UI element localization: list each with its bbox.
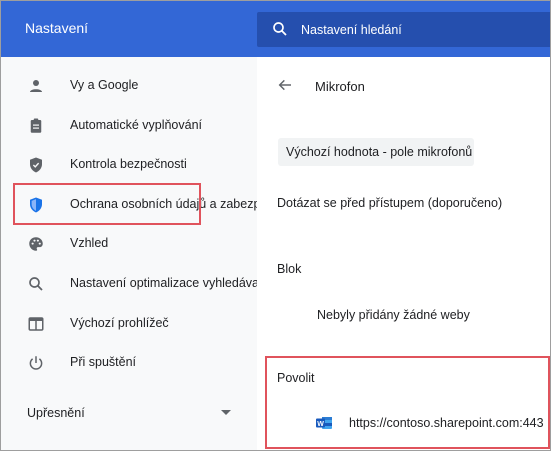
search-input[interactable] (301, 12, 541, 47)
microphone-select[interactable]: Výchozí hodnota - pole mikrofonů (R (278, 138, 474, 166)
app-title: Nastavení (25, 20, 89, 36)
block-empty-message: Nebyly přidány žádné weby (317, 308, 470, 322)
sidebar-item-label: Vy a Google (70, 78, 139, 92)
search-icon (29, 277, 43, 291)
sidebar-item-you-and-google[interactable]: Vy a Google (1, 69, 257, 103)
chevron-down-icon[interactable] (221, 410, 231, 415)
ask-before-access-label: Dotázat se před přístupem (doporučeno) (277, 196, 503, 210)
sidebar-item-search-engine[interactable]: Nastavení optimalizace vyhledávače (1, 267, 272, 301)
app-header: Nastavení (1, 1, 550, 57)
sidebar-item-default-browser[interactable]: Výchozí prohlížeč (1, 307, 257, 341)
highlight-box-allow (265, 356, 550, 449)
sidebar: Vy a Google Automatické vyplňování Kontr… (1, 57, 291, 450)
settings-window: Nastavení Vy a Google Automatické (0, 0, 551, 451)
palette-icon (29, 237, 43, 251)
sidebar-item-appearance[interactable]: Vzhled (1, 227, 257, 261)
sidebar-item-label: Výchozí prohlížeč (70, 316, 169, 330)
search-icon (273, 22, 287, 36)
person-icon (30, 80, 42, 92)
clipboard-icon (30, 118, 42, 133)
search-box[interactable] (257, 12, 550, 47)
back-arrow-icon[interactable] (277, 77, 293, 93)
sidebar-item-label: Při spuštění (70, 355, 137, 369)
advanced-section-toggle[interactable]: Upřesnění (27, 406, 85, 420)
sidebar-item-safety-check[interactable]: Kontrola bezpečnosti (1, 148, 257, 182)
sidebar-item-label: Vzhled (70, 236, 109, 250)
block-section-title: Blok (277, 262, 302, 276)
power-icon (29, 356, 43, 370)
page-title: Mikrofon (315, 79, 365, 94)
microphone-select-value: Výchozí hodnota - pole mikrofonů (R (286, 145, 474, 159)
browser-icon (28, 317, 44, 331)
sidebar-item-label: Nastavení optimalizace vyhledávače (70, 276, 273, 290)
sidebar-item-label: Automatické vyplňování (70, 118, 203, 132)
highlight-box-privacy (13, 183, 201, 225)
sidebar-item-on-startup[interactable]: Při spuštění (1, 346, 257, 380)
shield-check-icon (30, 157, 42, 173)
sidebar-item-label: Kontrola bezpečnosti (70, 157, 187, 171)
sidebar-item-autofill[interactable]: Automatické vyplňování (1, 109, 257, 143)
